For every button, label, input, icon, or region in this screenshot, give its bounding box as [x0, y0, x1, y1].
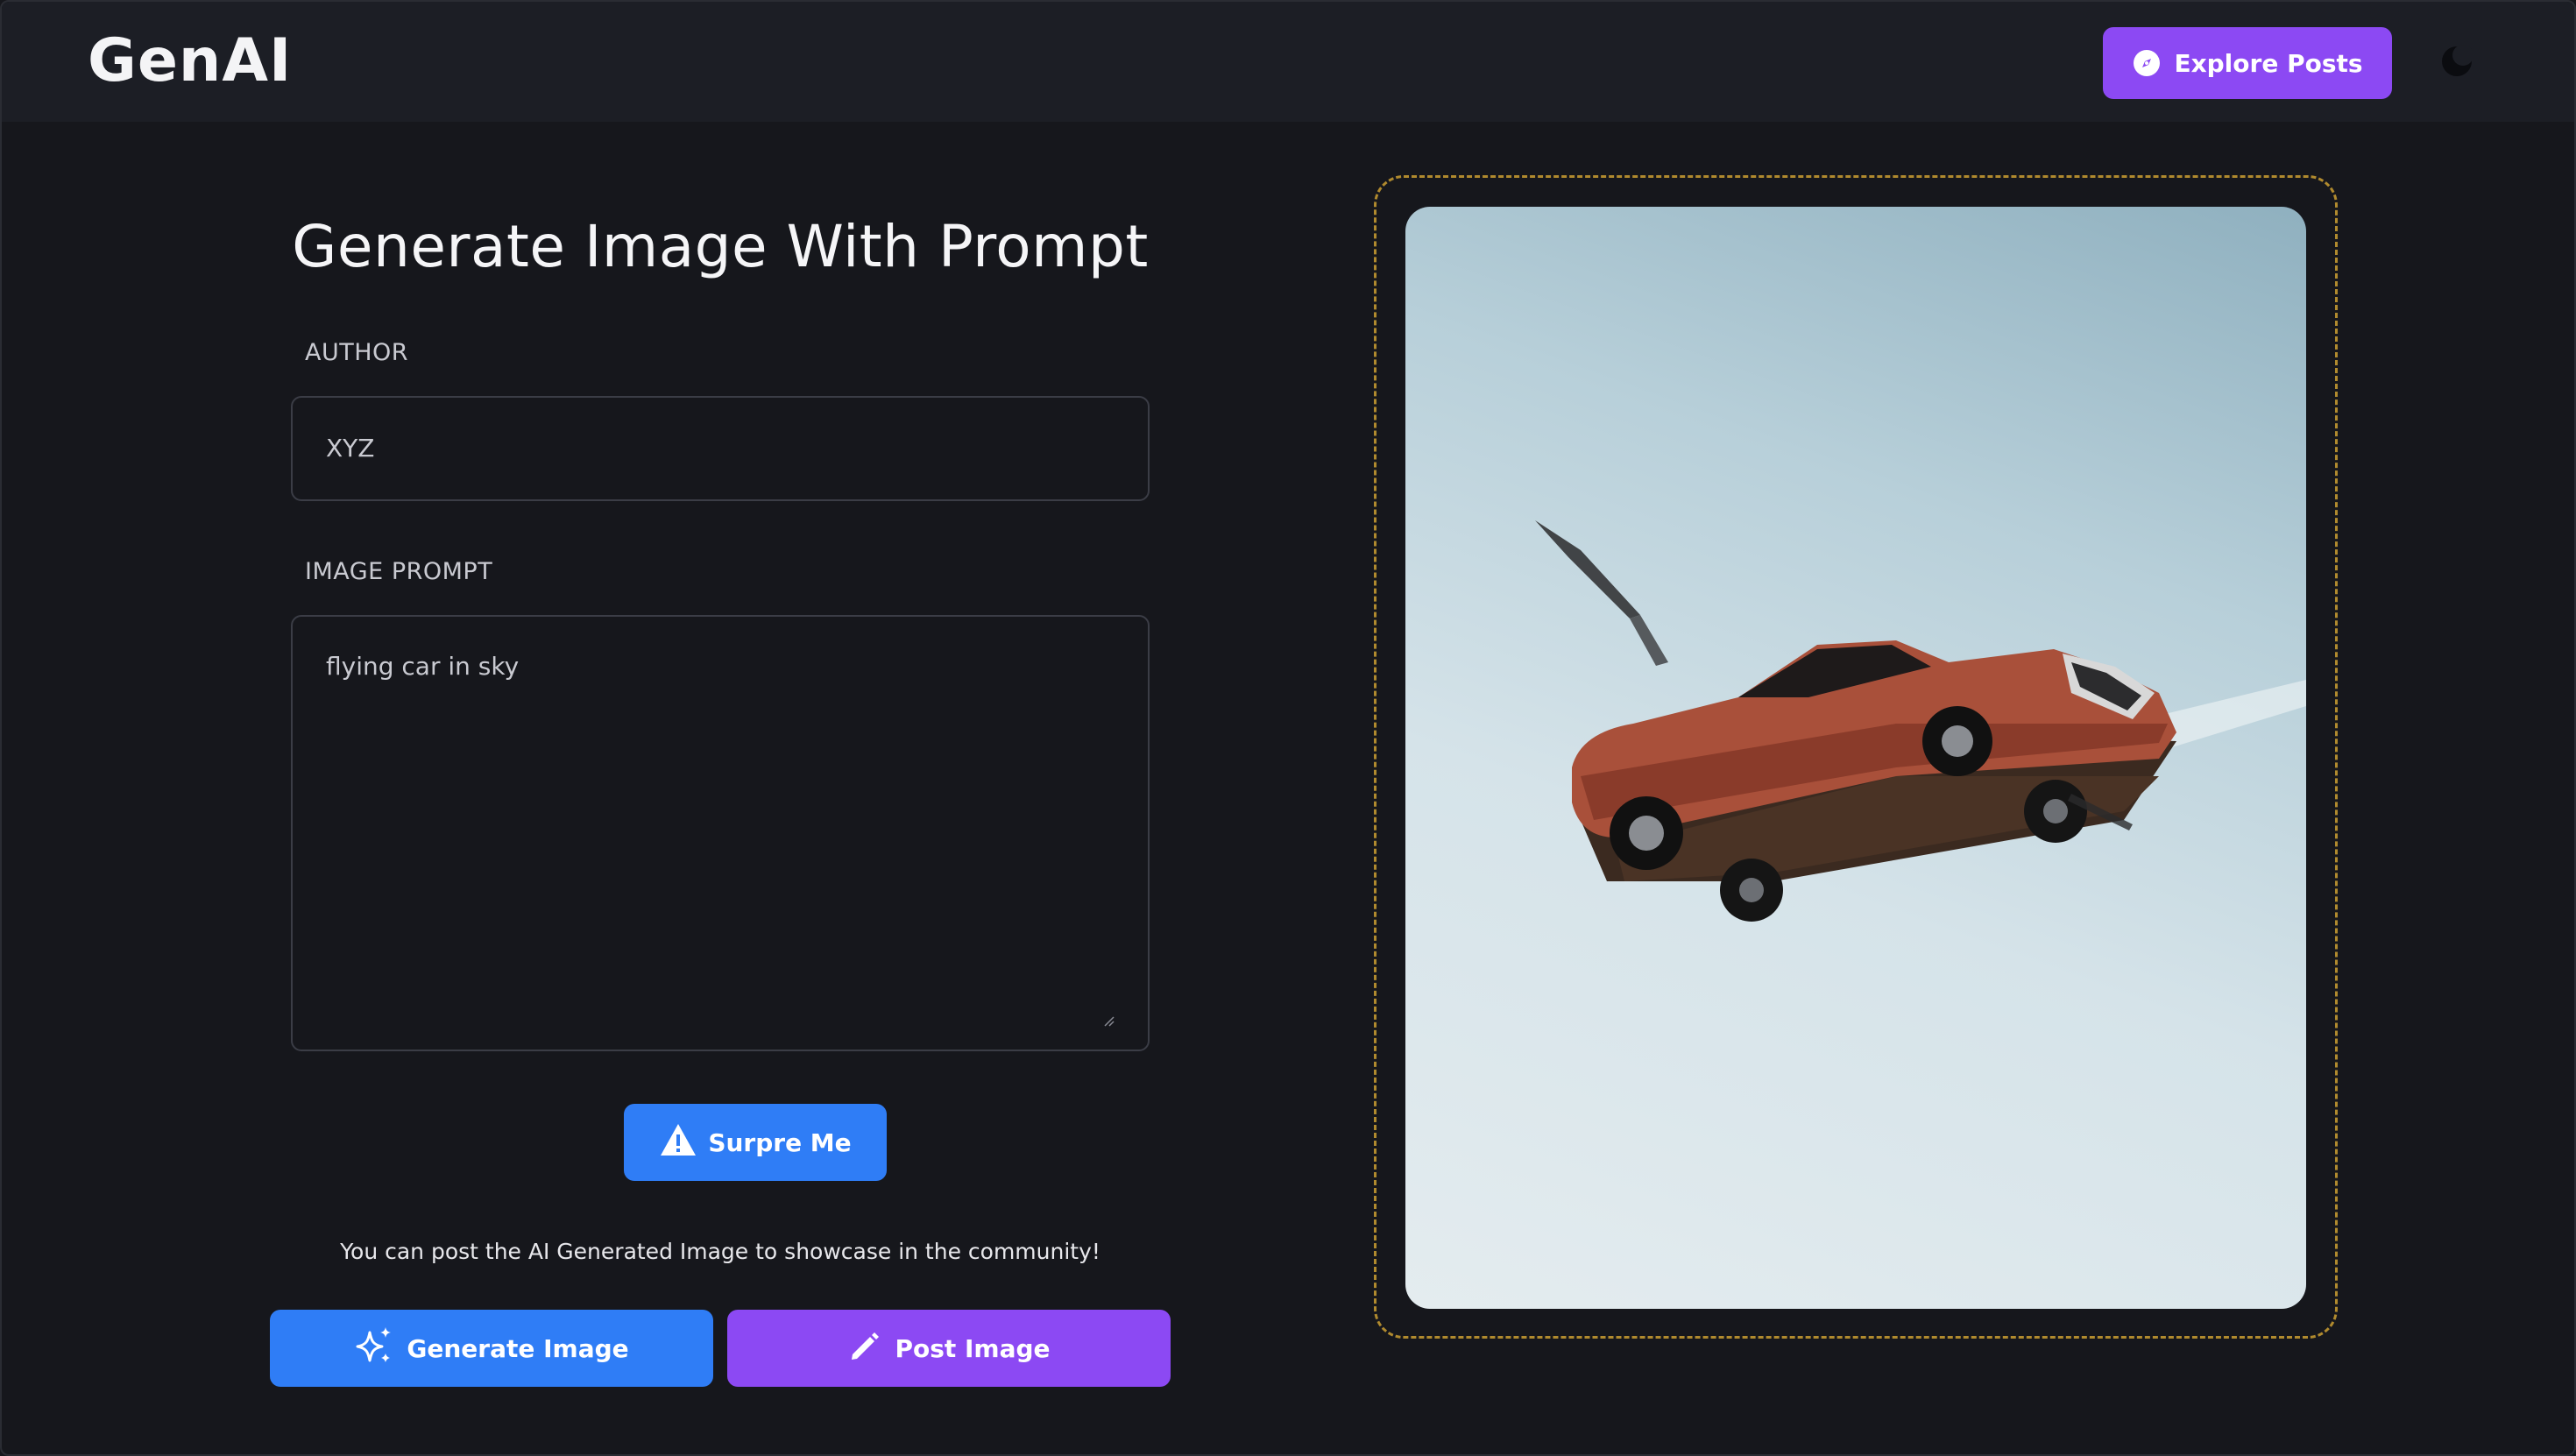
app-window: GenAI Explore Posts Generate Image With … [0, 0, 2576, 1456]
post-image-label: Post Image [895, 1333, 1051, 1363]
moon-icon [2439, 44, 2474, 82]
generate-image-button[interactable]: Generate Image [270, 1310, 713, 1387]
explore-posts-label: Explore Posts [2174, 48, 2363, 78]
compass-icon [2132, 48, 2162, 78]
surprise-me-button[interactable]: Surpre Me [624, 1104, 887, 1181]
app-logo[interactable]: GenAI [88, 25, 292, 98]
prompt-text: flying car in sky [326, 652, 520, 681]
generate-image-label: Generate Image [407, 1333, 629, 1363]
surprise-me-label: Surpre Me [708, 1127, 852, 1157]
community-hint: You can post the AI Generated Image to s… [340, 1239, 1100, 1264]
generated-image [1405, 207, 2306, 1309]
sparkles-icon [354, 1325, 394, 1372]
post-image-button[interactable]: Post Image [727, 1310, 1171, 1387]
author-input[interactable]: XYZ [291, 396, 1150, 501]
top-navbar: GenAI Explore Posts [2, 2, 2574, 122]
author-label: AUTHOR [305, 339, 409, 366]
prompt-textarea[interactable]: flying car in sky [291, 615, 1150, 1051]
pencil-icon [847, 1328, 882, 1369]
prompt-label: IMAGE PROMPT [305, 558, 493, 585]
theme-toggle-button[interactable] [2436, 42, 2478, 84]
resize-handle-icon[interactable] [1102, 1004, 1115, 1027]
page-title: Generate Image With Prompt [292, 213, 1149, 280]
warning-icon [659, 1122, 697, 1163]
explore-posts-button[interactable]: Explore Posts [2103, 27, 2392, 99]
